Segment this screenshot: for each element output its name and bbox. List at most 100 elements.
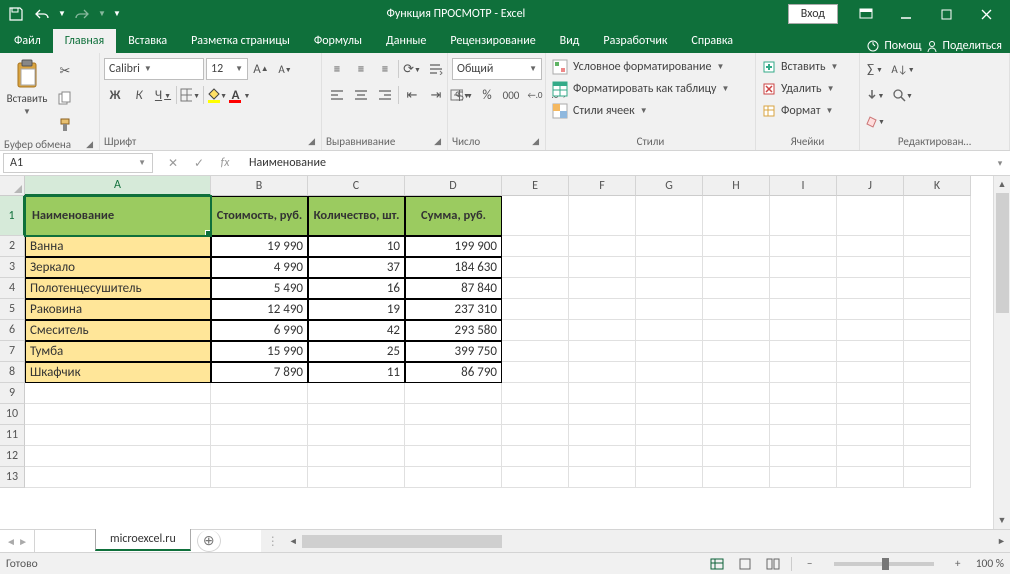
cell-J13[interactable] bbox=[837, 467, 904, 488]
cell-G9[interactable] bbox=[636, 383, 703, 404]
cell-I4[interactable] bbox=[770, 278, 837, 299]
percent-icon[interactable]: % bbox=[476, 84, 498, 106]
autosum-icon[interactable]: ∑▼ bbox=[864, 58, 886, 80]
cell-G8[interactable] bbox=[636, 362, 703, 383]
cell-A2[interactable]: Ванна bbox=[25, 236, 211, 257]
cell-J1[interactable] bbox=[837, 196, 904, 236]
cell-F10[interactable] bbox=[569, 404, 636, 425]
column-header-F[interactable]: F bbox=[569, 176, 636, 196]
cell-A11[interactable] bbox=[25, 425, 211, 446]
increase-decimal-icon[interactable]: ←.0 bbox=[524, 84, 546, 106]
expand-formula-bar-icon[interactable]: ▾ bbox=[990, 158, 1010, 169]
zoom-level[interactable]: 100 % bbox=[976, 557, 1004, 571]
cell-J12[interactable] bbox=[837, 446, 904, 467]
cell-G10[interactable] bbox=[636, 404, 703, 425]
format-as-table-button[interactable]: Форматировать как таблицу▼ bbox=[550, 79, 731, 99]
cell-H1[interactable] bbox=[703, 196, 770, 236]
align-left-icon[interactable] bbox=[326, 84, 348, 106]
cell-D12[interactable] bbox=[405, 446, 502, 467]
alignment-launcher-icon[interactable]: ◢ bbox=[434, 136, 443, 147]
share-button[interactable]: Поделиться bbox=[926, 39, 1002, 53]
cell-E7[interactable] bbox=[502, 341, 569, 362]
cell-E4[interactable] bbox=[502, 278, 569, 299]
cell-C13[interactable] bbox=[308, 467, 405, 488]
row-header-2[interactable]: 2 bbox=[0, 236, 25, 257]
select-all-corner[interactable] bbox=[0, 176, 25, 196]
zoom-slider[interactable] bbox=[834, 562, 934, 566]
cell-J2[interactable] bbox=[837, 236, 904, 257]
cut-icon[interactable]: ✂ bbox=[54, 60, 76, 82]
cell-K7[interactable] bbox=[904, 341, 971, 362]
bold-button[interactable]: Ж bbox=[104, 84, 126, 106]
cell-C10[interactable] bbox=[308, 404, 405, 425]
cell-F4[interactable] bbox=[569, 278, 636, 299]
column-header-A[interactable]: A bbox=[25, 176, 211, 196]
cell-E2[interactable] bbox=[502, 236, 569, 257]
tab-insert[interactable]: Вставка bbox=[116, 29, 179, 53]
cell-G4[interactable] bbox=[636, 278, 703, 299]
page-layout-view-icon[interactable] bbox=[735, 555, 755, 573]
cell-H4[interactable] bbox=[703, 278, 770, 299]
borders-icon[interactable]: ▼ bbox=[179, 84, 201, 106]
column-header-D[interactable]: D bbox=[405, 176, 502, 196]
cell-J6[interactable] bbox=[837, 320, 904, 341]
grow-font-icon[interactable]: A▲ bbox=[250, 58, 272, 80]
tab-layout[interactable]: Разметка страницы bbox=[179, 29, 302, 53]
cell-A9[interactable] bbox=[25, 383, 211, 404]
column-header-I[interactable]: I bbox=[770, 176, 837, 196]
cell-F5[interactable] bbox=[569, 299, 636, 320]
row-header-5[interactable]: 5 bbox=[0, 299, 25, 320]
number-launcher-icon[interactable]: ◢ bbox=[532, 136, 541, 147]
scroll-thumb[interactable] bbox=[996, 193, 1009, 313]
cell-K13[interactable] bbox=[904, 467, 971, 488]
cell-D13[interactable] bbox=[405, 467, 502, 488]
cancel-formula-icon[interactable]: ✕ bbox=[160, 153, 186, 173]
formula-input[interactable]: Наименование bbox=[243, 156, 990, 170]
find-select-icon[interactable]: ▼ bbox=[892, 84, 914, 106]
comma-icon[interactable]: 000 bbox=[500, 84, 522, 106]
cell-G3[interactable] bbox=[636, 257, 703, 278]
scroll-right-icon[interactable]: ► bbox=[993, 533, 1010, 550]
tab-data[interactable]: Данные bbox=[374, 29, 438, 53]
wrap-text-icon[interactable] bbox=[425, 58, 447, 80]
cell-K11[interactable] bbox=[904, 425, 971, 446]
cell-B7[interactable]: 15 990 bbox=[211, 341, 308, 362]
new-sheet-button[interactable]: ⊕ bbox=[197, 530, 221, 552]
tab-review[interactable]: Рецензирование bbox=[438, 29, 547, 53]
cell-G1[interactable] bbox=[636, 196, 703, 236]
increase-indent-icon[interactable]: ⇥ bbox=[425, 84, 447, 106]
font-name-combo[interactable]: Calibri▼ bbox=[104, 58, 204, 80]
clipboard-launcher-icon[interactable]: ◢ bbox=[86, 139, 95, 150]
delete-cells-button[interactable]: Удалить▼ bbox=[760, 79, 838, 99]
cell-D6[interactable]: 293 580 bbox=[405, 320, 502, 341]
cell-I13[interactable] bbox=[770, 467, 837, 488]
align-top-icon[interactable]: ≡ bbox=[326, 58, 348, 80]
cell-H12[interactable] bbox=[703, 446, 770, 467]
fill-icon[interactable]: ▼ bbox=[864, 84, 886, 106]
minimize-icon[interactable] bbox=[886, 0, 926, 28]
cell-C1[interactable]: Количество, шт. bbox=[308, 196, 405, 236]
align-bottom-icon[interactable]: ≡ bbox=[374, 58, 396, 80]
align-center-icon[interactable] bbox=[350, 84, 372, 106]
underline-button[interactable]: Ч▼ bbox=[152, 84, 174, 106]
cell-C7[interactable]: 25 bbox=[308, 341, 405, 362]
cell-I8[interactable] bbox=[770, 362, 837, 383]
column-header-K[interactable]: K bbox=[904, 176, 971, 196]
undo-dropdown-icon[interactable]: ▼ bbox=[56, 2, 68, 26]
cell-B1[interactable]: Стоимость, руб. bbox=[211, 196, 308, 236]
scroll-left-icon[interactable]: ◄ bbox=[285, 533, 302, 550]
cell-C6[interactable]: 42 bbox=[308, 320, 405, 341]
hscroll-thumb[interactable] bbox=[302, 535, 502, 548]
cell-B4[interactable]: 5 490 bbox=[211, 278, 308, 299]
font-launcher-icon[interactable]: ◢ bbox=[308, 136, 317, 147]
cell-K3[interactable] bbox=[904, 257, 971, 278]
cell-A7[interactable]: Тумба bbox=[25, 341, 211, 362]
column-header-C[interactable]: C bbox=[308, 176, 405, 196]
cell-C9[interactable] bbox=[308, 383, 405, 404]
decrease-indent-icon[interactable]: ⇤ bbox=[401, 84, 423, 106]
cell-K1[interactable] bbox=[904, 196, 971, 236]
cell-K12[interactable] bbox=[904, 446, 971, 467]
cell-A6[interactable]: Смеситель bbox=[25, 320, 211, 341]
cell-I2[interactable] bbox=[770, 236, 837, 257]
cell-J3[interactable] bbox=[837, 257, 904, 278]
